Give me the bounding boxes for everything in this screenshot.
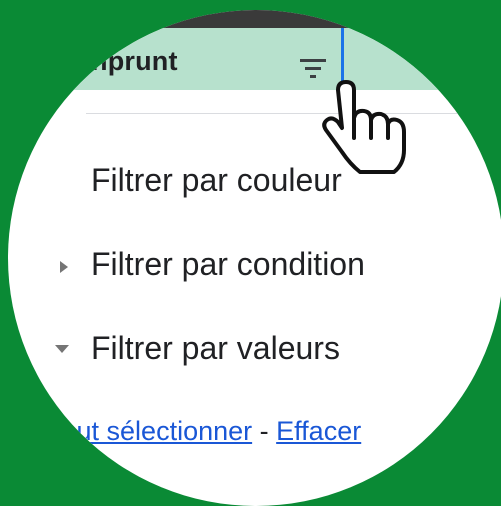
hand-pointer-cursor-icon [322,80,406,174]
toolbar-strip [8,10,501,28]
actions-separator: - [259,416,269,446]
menu-divider [86,113,501,114]
selection-actions: Tout sélectionner - Effacer [48,416,361,447]
clear-link[interactable]: Effacer [276,416,361,446]
column-header-title: nprunt [91,46,178,76]
filter-icon[interactable] [298,56,328,82]
menu-item-filter-by-values[interactable]: Filtrer par valeurs [91,330,340,367]
column-header[interactable] [8,28,501,90]
select-all-link[interactable]: Tout sélectionner [48,416,252,446]
magnified-lens: nprunt Filtrer par couleur Filtrer par c… [8,10,501,506]
menu-item-filter-by-condition[interactable]: Filtrer par condition [91,246,365,283]
menu-item-filter-by-color[interactable]: Filtrer par couleur [91,162,342,199]
caret-down-icon[interactable] [54,344,70,354]
caret-right-icon[interactable] [58,260,70,274]
